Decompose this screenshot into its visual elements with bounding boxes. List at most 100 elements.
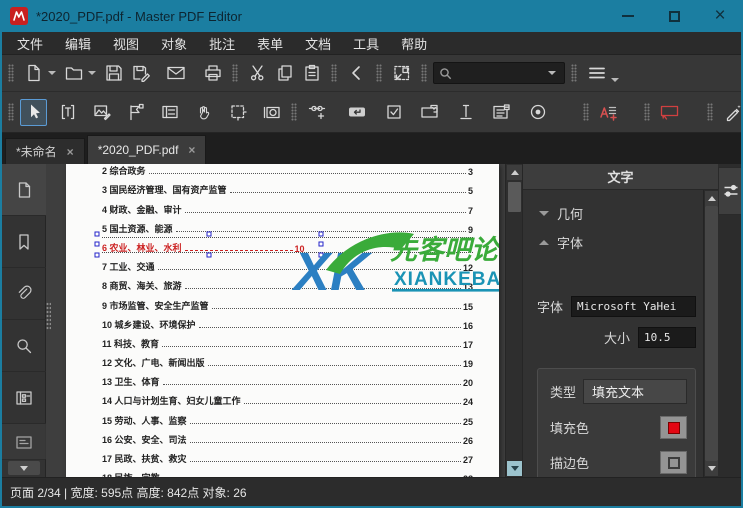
section-font[interactable]: 字体: [539, 233, 696, 252]
sidebar-comments[interactable]: [2, 424, 46, 460]
sidebar-page-thumbnails[interactable]: [2, 164, 46, 216]
add-listbox-tool-button[interactable]: [488, 99, 515, 126]
add-link-tool-button[interactable]: [303, 99, 330, 126]
scroll-up-button[interactable]: [507, 165, 522, 180]
add-combobox-tool-button[interactable]: [416, 99, 443, 126]
toc-row-14[interactable]: 14 人口与计划生育、妇女儿童工作24: [102, 388, 473, 407]
fit-page-button[interactable]: [388, 60, 415, 87]
tab-close-icon[interactable]: ×: [67, 145, 74, 159]
toc-row-3[interactable]: 3 国民经济管理、国有资产监管5: [102, 177, 473, 196]
menu-item-7[interactable]: 工具: [342, 32, 390, 55]
toc-row-18[interactable]: 18 民族、宗教28: [102, 465, 473, 477]
panel-scrollbar[interactable]: [703, 190, 718, 477]
print-button[interactable]: [199, 60, 226, 87]
tab-2020-pdf[interactable]: *2020_PDF.pdf ×: [87, 135, 207, 164]
open-file-button[interactable]: [60, 60, 87, 87]
main-menu-button[interactable]: [583, 60, 610, 87]
toc-row-5[interactable]: 5 国土资源、能源9: [102, 216, 473, 235]
annotate-rectangle-tool-button[interactable]: [656, 99, 683, 126]
toc-row-10[interactable]: 10 城乡建设、环境保护16: [102, 312, 473, 331]
pdf-page[interactable]: 2 综合政务33 国民经济管理、国有资产监管54 财政、金融、审计75 国土资源…: [66, 164, 499, 477]
menu-item-6[interactable]: 文档: [294, 32, 342, 55]
panel-splitter[interactable]: [46, 302, 51, 330]
scroll-down-button[interactable]: [705, 461, 718, 476]
edit-form-tool-button[interactable]: [156, 99, 183, 126]
menu-item-5[interactable]: 表单: [246, 32, 294, 55]
toc-row-17[interactable]: 17 民政、扶贫、救灾27: [102, 446, 473, 465]
font-size-field[interactable]: 10.5: [638, 327, 696, 348]
add-text-field-tool-button[interactable]: [452, 99, 479, 126]
toc-row-12[interactable]: 12 文化、广电、新闻出版19: [102, 350, 473, 369]
section-geometry[interactable]: 几何: [539, 204, 696, 223]
menu-item-3[interactable]: 对象: [150, 32, 198, 55]
stamp-pen-tool-button[interactable]: [719, 99, 743, 126]
search-dropdown-icon[interactable]: [548, 71, 556, 75]
toolbar-grip[interactable]: [644, 103, 650, 121]
document-scrollbar[interactable]: [505, 164, 522, 477]
selection-handle[interactable]: [95, 242, 100, 247]
sidebar-bookmarks[interactable]: [2, 216, 46, 268]
back-button[interactable]: [343, 60, 370, 87]
menu-item-0[interactable]: 文件: [6, 32, 54, 55]
toolbar-grip[interactable]: [232, 64, 238, 82]
menu-item-8[interactable]: 帮助: [390, 32, 438, 55]
properties-tab[interactable]: [718, 167, 743, 215]
select-tool-button[interactable]: [20, 99, 47, 126]
toolbar-grip[interactable]: [331, 64, 337, 82]
scrollbar-thumb[interactable]: [508, 182, 521, 212]
selection-handle[interactable]: [95, 231, 100, 236]
toc-row-2[interactable]: 2 综合政务3: [102, 164, 473, 177]
search-input[interactable]: [453, 65, 547, 81]
toc-row-9[interactable]: 9 市场监管、安全生产监管15: [102, 292, 473, 311]
toolbar-grip[interactable]: [376, 64, 382, 82]
fill-color-button[interactable]: [660, 416, 687, 439]
scroll-down-button[interactable]: [507, 461, 522, 476]
edit-image-tool-button[interactable]: [88, 99, 115, 126]
sidebar-search[interactable]: [2, 320, 46, 372]
minimize-button[interactable]: [605, 0, 651, 32]
add-button-tool-button[interactable]: [343, 99, 370, 126]
edit-text-tool-button[interactable]: [54, 99, 81, 126]
scroll-up-button[interactable]: [705, 191, 718, 206]
toc-row-15[interactable]: 15 劳动、人事、监察25: [102, 407, 473, 426]
edit-path-tool-button[interactable]: [122, 99, 149, 126]
email-button[interactable]: [162, 60, 189, 87]
type-dropdown[interactable]: 填充文本: [583, 379, 687, 404]
toolbar-grip[interactable]: [707, 103, 713, 121]
toolbar-grip[interactable]: [421, 64, 427, 82]
snapshot-tool-button[interactable]: [258, 99, 285, 126]
selection-handle[interactable]: [319, 242, 324, 247]
add-radio-button-tool-button[interactable]: [524, 99, 551, 126]
toc-row-7[interactable]: 7 工业、交通12: [102, 254, 473, 273]
toc-row-11[interactable]: 11 科技、教育17: [102, 331, 473, 350]
new-document-dropdown-icon[interactable]: [48, 71, 56, 75]
add-checkbox-tool-button[interactable]: [380, 99, 407, 126]
main-menu-dropdown-icon[interactable]: [611, 78, 619, 82]
hand-pan-tool-button[interactable]: [190, 99, 217, 126]
sidebar-form-fields[interactable]: [2, 372, 46, 424]
close-button[interactable]: ×: [697, 0, 743, 32]
menu-item-2[interactable]: 视图: [102, 32, 150, 55]
selection-handle[interactable]: [207, 231, 212, 236]
sidebar-scroll-down-button[interactable]: [8, 461, 40, 475]
toolbar-grip[interactable]: [583, 103, 589, 121]
toolbar-grip[interactable]: [291, 103, 297, 121]
scrollbar-thumb[interactable]: [705, 206, 718, 461]
save-button[interactable]: [100, 60, 127, 87]
toolbar-grip[interactable]: [571, 64, 577, 82]
sidebar-attachments[interactable]: [2, 268, 46, 320]
menu-item-4[interactable]: 批注: [198, 32, 246, 55]
selection-box[interactable]: [97, 234, 321, 255]
save-as-button[interactable]: [127, 60, 154, 87]
toolbar-grip[interactable]: [8, 64, 14, 82]
toc-row-6[interactable]: 6 农业、林业、水利10: [102, 235, 473, 254]
copy-button[interactable]: [271, 60, 298, 87]
selection-handle[interactable]: [319, 231, 324, 236]
open-file-dropdown-icon[interactable]: [88, 71, 96, 75]
cut-button[interactable]: [244, 60, 271, 87]
toolbar-grip[interactable]: [8, 103, 14, 121]
new-document-button[interactable]: [20, 60, 47, 87]
toc-row-8[interactable]: 8 商贸、海关、旅游13: [102, 273, 473, 292]
stroke-color-button[interactable]: [660, 451, 687, 474]
selection-handle[interactable]: [95, 252, 100, 257]
